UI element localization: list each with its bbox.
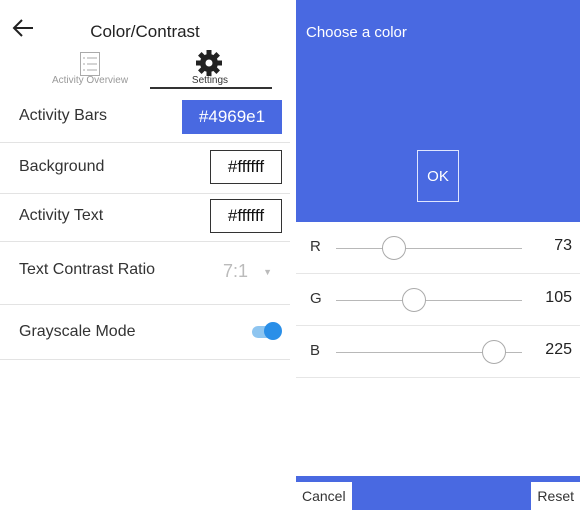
channel-value: 73 xyxy=(554,237,572,254)
slider-thumb[interactable] xyxy=(482,340,506,364)
activity-bars-color-swatch[interactable]: #4969e1 xyxy=(182,100,282,134)
active-tab-indicator xyxy=(150,87,272,89)
slider-thumb[interactable] xyxy=(402,288,426,312)
channel-value: 225 xyxy=(545,341,572,358)
dialog-footer: Cancel Reset xyxy=(296,476,580,510)
slider-track[interactable] xyxy=(336,300,522,301)
tab-label: Activity Overview xyxy=(51,75,129,86)
dropdown-arrow-icon[interactable]: ▼ xyxy=(263,267,272,277)
ok-button[interactable]: OK xyxy=(417,150,459,202)
activity-text-label: Activity Text xyxy=(19,207,104,224)
background-color-swatch[interactable]: #ffffff xyxy=(210,150,282,184)
tab-settings[interactable]: Settings xyxy=(150,48,270,88)
grayscale-mode-toggle[interactable] xyxy=(252,321,282,340)
grayscale-mode-label: Grayscale Mode xyxy=(19,323,136,340)
slider-track[interactable] xyxy=(336,248,522,249)
reset-button[interactable]: Reset xyxy=(531,482,580,510)
tab-activity-overview[interactable]: Activity Overview xyxy=(30,48,150,88)
dialog-title: Choose a color xyxy=(306,24,407,41)
color-preview: Choose a color OK xyxy=(296,0,580,222)
red-slider-row: R 73 xyxy=(296,223,580,274)
cancel-button[interactable]: Cancel xyxy=(296,482,352,510)
channel-label: R xyxy=(310,238,321,255)
page-title: Color/Contrast xyxy=(90,22,200,41)
channel-value: 105 xyxy=(545,289,572,306)
tab-label: Settings xyxy=(191,75,229,86)
contrast-ratio-value[interactable]: 7:1 xyxy=(223,261,248,282)
channel-label: G xyxy=(310,290,322,307)
green-slider-row: G 105 xyxy=(296,275,580,326)
background-label: Background xyxy=(19,158,105,175)
contrast-ratio-row[interactable]: Text Contrast Ratio 7:1 ▼ xyxy=(0,242,290,305)
color-contrast-screen: Color/Contrast Activity Overview Setting… xyxy=(0,0,290,510)
list-icon xyxy=(80,52,100,76)
contrast-ratio-label: Text Contrast Ratio xyxy=(19,261,156,278)
activity-text-color-swatch[interactable]: #ffffff xyxy=(210,199,282,233)
color-chooser-dialog: Choose a color OK R 73 G 105 B 225 Cance… xyxy=(296,0,580,510)
gear-icon xyxy=(196,50,222,76)
background-row[interactable]: Background #ffffff xyxy=(0,143,290,194)
blue-slider-row: B 225 xyxy=(296,327,580,378)
activity-bars-row[interactable]: Activity Bars #4969e1 xyxy=(0,92,290,143)
slider-thumb[interactable] xyxy=(382,236,406,260)
toggle-thumb xyxy=(264,322,282,340)
tab-bar: Activity Overview Settings xyxy=(0,48,290,88)
channel-label: B xyxy=(310,342,321,359)
grayscale-mode-row[interactable]: Grayscale Mode xyxy=(0,305,290,360)
activity-text-row[interactable]: Activity Text #ffffff xyxy=(0,194,290,242)
activity-bars-label: Activity Bars xyxy=(19,107,108,124)
